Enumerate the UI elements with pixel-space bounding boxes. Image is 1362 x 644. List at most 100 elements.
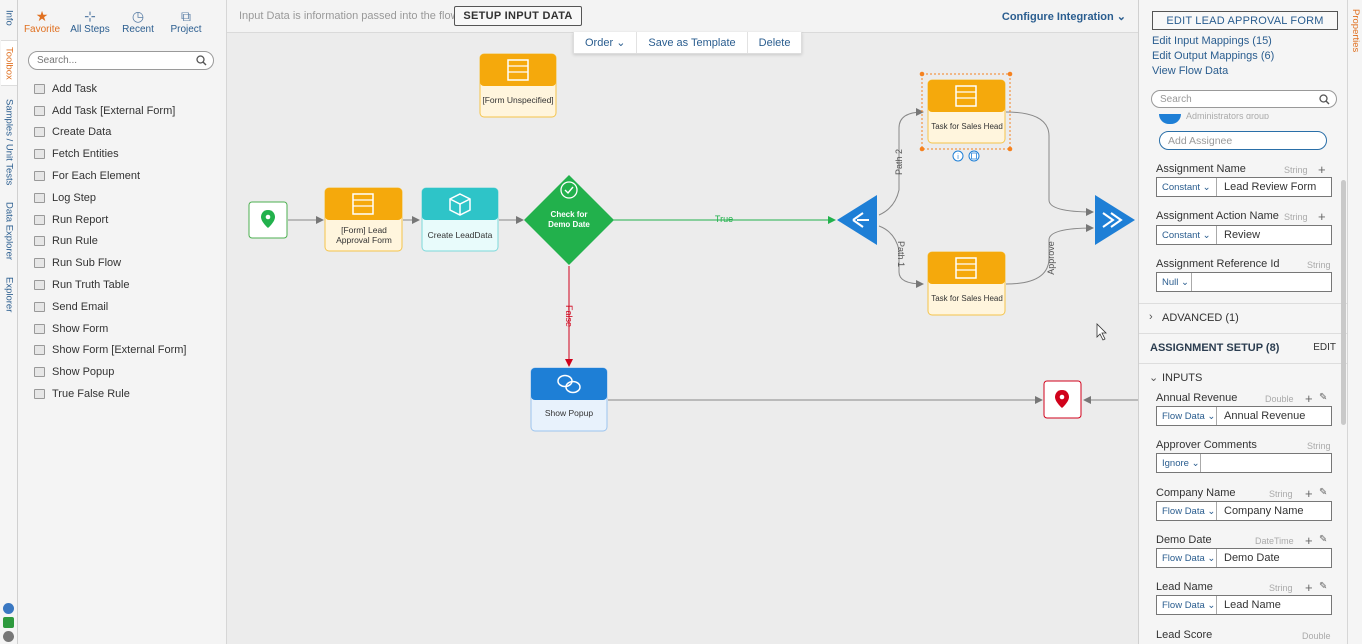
step-icon [34, 83, 45, 94]
toolbox-item[interactable]: Run Sub Flow [18, 252, 226, 274]
toolbox-item[interactable]: Run Report [18, 209, 226, 231]
input-field[interactable]: Flow Data ⌄ Lead Name [1156, 595, 1332, 615]
toolbox-item[interactable]: Fetch Entities [18, 143, 226, 165]
inputs-section[interactable]: ⌄ INPUTS [1139, 363, 1347, 391]
toolbox-item[interactable]: Log Step [18, 187, 226, 209]
node-task-sales-head-top[interactable]: Task for Sales Head i [919, 71, 1013, 162]
node-create-leaddata[interactable]: Create LeadData [421, 187, 499, 252]
input-field[interactable]: Flow Data ⌄ Company Name [1156, 501, 1332, 521]
input-mode[interactable]: Flow Data ⌄ [1157, 549, 1217, 567]
chevron-down-icon: ⌄ [1149, 372, 1159, 384]
plus-icon[interactable]: + [1318, 163, 1326, 176]
pencil-icon[interactable]: ✎ [1319, 487, 1327, 498]
lead-score-label: Lead Score [1156, 629, 1213, 641]
assignment-name-label: Assignment Name [1156, 163, 1246, 175]
plus-icon[interactable]: + [1305, 392, 1313, 405]
pencil-icon[interactable]: ✎ [1319, 392, 1327, 403]
toolbox-item[interactable]: Run Truth Table [18, 274, 226, 296]
view-flow-data-link[interactable]: View Flow Data [1152, 65, 1228, 77]
node-task-sales-head-bottom[interactable]: Task for Sales Head [927, 251, 1006, 316]
toolbox-item[interactable]: Create Data [18, 122, 226, 144]
assignment-setup-section: ASSIGNMENT SETUP (8) EDIT [1139, 333, 1347, 361]
toolbox-item[interactable]: Show Popup [18, 361, 226, 383]
plus-icon[interactable]: + [1305, 534, 1313, 547]
chevron-down-icon: ⌄ [1207, 506, 1216, 517]
input-label: Demo Date [1156, 534, 1212, 546]
toolbox-search[interactable] [28, 51, 214, 70]
toolbox-item-label: Create Data [52, 126, 112, 139]
tab-toolbox[interactable]: Toolbox [1, 40, 17, 86]
input-mode-label: Flow Data [1162, 600, 1205, 611]
tab-all-steps[interactable]: ⊹ All Steps [66, 8, 114, 44]
add-assignee-input[interactable]: Add Assignee [1159, 131, 1327, 150]
input-field[interactable]: Flow Data ⌄ Demo Date [1156, 548, 1332, 568]
step-icon [34, 301, 45, 312]
input-mode[interactable]: Ignore ⌄ [1157, 454, 1201, 472]
tab-info[interactable]: Info [1, 4, 17, 32]
tab-favorite-label: Favorite [23, 24, 61, 35]
input-field[interactable]: Ignore ⌄ [1156, 453, 1332, 473]
assignment-action-mode[interactable]: Constant ⌄ [1157, 226, 1217, 244]
edit-output-mappings-link[interactable]: Edit Output Mappings (6) [1152, 50, 1274, 62]
edit-lead-approval-form-button[interactable]: EDIT LEAD APPROVAL FORM [1152, 11, 1338, 30]
edge-false-label: False [564, 305, 574, 327]
chevron-down-icon: ⌄ [1191, 458, 1200, 469]
toolbox-item[interactable]: Show Form [18, 318, 226, 340]
assignment-ref-field[interactable]: Null ⌄ [1156, 272, 1332, 292]
input-mode-label: Flow Data [1162, 411, 1205, 422]
toolbox-item[interactable]: Run Rule [18, 231, 226, 253]
input-mode[interactable]: Flow Data ⌄ [1157, 596, 1217, 614]
toolbox-item[interactable]: For Each Element [18, 165, 226, 187]
plus-icon[interactable]: + [1305, 487, 1313, 500]
toolbox-item[interactable]: True False Rule [18, 383, 226, 405]
input-mode[interactable]: Flow Data ⌄ [1157, 407, 1217, 425]
assignment-ref-type: String [1307, 260, 1331, 270]
plus-icon[interactable]: + [1305, 581, 1313, 594]
node-path-split[interactable] [837, 195, 877, 245]
sheet-icon[interactable] [3, 617, 14, 628]
node-lead-approval-form[interactable]: [Form] Lead Approval Form [324, 187, 403, 252]
settings-icon[interactable] [3, 631, 14, 642]
toolbox-item[interactable]: Add Task [External Form] [18, 100, 226, 122]
plus-icon[interactable]: + [1318, 210, 1326, 223]
node-show-popup[interactable]: Show Popup [530, 367, 608, 432]
input-field[interactable]: Flow Data ⌄ Annual Revenue [1156, 406, 1332, 426]
node-form-unspecified[interactable]: [Form Unspecified] [479, 53, 557, 118]
toolbox-item[interactable]: Show Form [External Form] [18, 340, 226, 362]
step-icon [34, 171, 45, 182]
database-icon[interactable] [968, 150, 980, 162]
toolbox-search-input[interactable] [29, 52, 189, 69]
node-start[interactable] [248, 201, 288, 239]
tab-favorite[interactable]: ★ Favorite [18, 8, 66, 44]
flow-canvas[interactable]: Input Data is information passed into th… [227, 0, 1138, 644]
node-check-demo-date[interactable]: Check for Demo Date [524, 175, 614, 265]
assignment-name-mode[interactable]: Constant ⌄ [1157, 178, 1217, 196]
properties-search[interactable]: Search [1151, 90, 1337, 108]
toolbox-item[interactable]: Send Email [18, 296, 226, 318]
chat-icon[interactable] [3, 603, 14, 614]
toolbox-item-label: True False Rule [52, 388, 130, 401]
step-icon [34, 367, 45, 378]
tab-properties[interactable]: Properties [1348, 4, 1362, 58]
tab-project[interactable]: ⧉ Project [162, 8, 210, 44]
properties-scrollbar[interactable] [1341, 180, 1346, 425]
properties-rail: Properties [1347, 0, 1362, 644]
input-value: Demo Date [1224, 552, 1280, 564]
properties-search-placeholder: Search [1160, 94, 1192, 105]
pencil-icon[interactable]: ✎ [1319, 534, 1327, 545]
node-path-merge[interactable] [1095, 195, 1135, 245]
advanced-section[interactable]: › ADVANCED (1) [1139, 303, 1347, 331]
tab-samples-unit-tests[interactable]: Samples / Unit Tests [1, 94, 17, 190]
assignment-action-field[interactable]: Constant ⌄ Review [1156, 225, 1332, 245]
tab-data-explorer[interactable]: Data Explorer [1, 198, 17, 264]
assignment-ref-mode[interactable]: Null ⌄ [1157, 273, 1192, 291]
node-end[interactable] [1043, 380, 1082, 419]
tab-explorer[interactable]: Explorer [1, 272, 17, 318]
pencil-icon[interactable]: ✎ [1319, 581, 1327, 592]
toolbox-item[interactable]: Add Task [18, 78, 226, 100]
edit-input-mappings-link[interactable]: Edit Input Mappings (15) [1152, 35, 1272, 47]
input-mode[interactable]: Flow Data ⌄ [1157, 502, 1217, 520]
assignment-name-field[interactable]: Constant ⌄ Lead Review Form [1156, 177, 1332, 197]
tab-recent[interactable]: ◷ Recent [114, 8, 162, 44]
assignment-setup-edit-link[interactable]: EDIT [1313, 342, 1336, 353]
